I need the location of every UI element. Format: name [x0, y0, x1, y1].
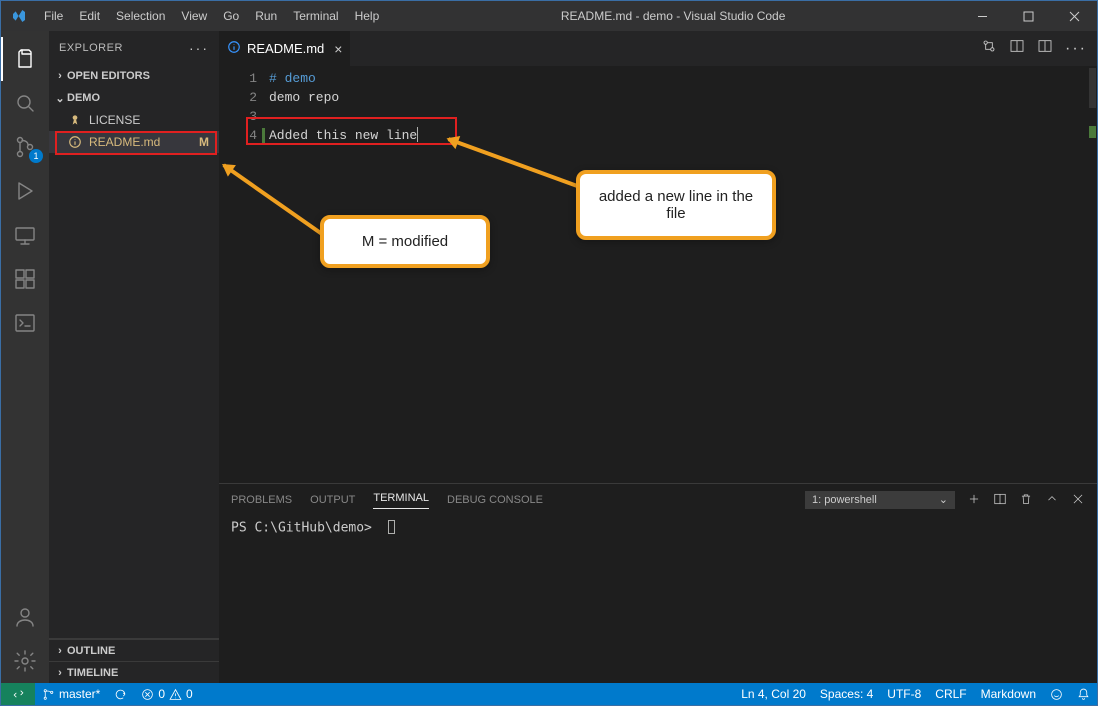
- outline-label: OUTLINE: [67, 645, 115, 657]
- status-spaces[interactable]: Spaces: 4: [813, 683, 880, 705]
- status-branch-label: master*: [59, 687, 100, 701]
- title-bar: File Edit Selection View Go Run Terminal…: [1, 1, 1097, 31]
- activity-remote-terminal[interactable]: [1, 301, 49, 345]
- terminal-cursor: [388, 520, 395, 534]
- minimap[interactable]: [1087, 66, 1097, 483]
- status-remote[interactable]: [1, 683, 35, 705]
- tab-close-icon[interactable]: ×: [334, 41, 342, 57]
- menu-help[interactable]: Help: [347, 1, 388, 31]
- panel-tab-problems[interactable]: PROBLEMS: [231, 494, 292, 506]
- tab-readme[interactable]: README.md ×: [219, 31, 351, 66]
- chevron-right-icon: ›: [53, 70, 67, 82]
- file-license[interactable]: LICENSE: [49, 109, 219, 131]
- vscode-logo-icon: [1, 8, 36, 24]
- info-file-icon: [67, 134, 83, 150]
- file-modified-badge: M: [199, 135, 209, 149]
- activity-source-control[interactable]: 1: [1, 125, 49, 169]
- status-problems[interactable]: 0 0: [134, 683, 199, 705]
- activity-bar: 1: [1, 31, 49, 683]
- window-close-button[interactable]: [1051, 1, 1097, 31]
- status-language[interactable]: Markdown: [974, 683, 1043, 705]
- folder-section[interactable]: ⌄ DEMO: [49, 87, 219, 109]
- info-file-icon: [227, 40, 241, 57]
- open-editors-section[interactable]: › OPEN EDITORS: [49, 65, 219, 87]
- open-editors-label: OPEN EDITORS: [67, 70, 150, 82]
- terminal[interactable]: PS C:\GitHub\demo>: [219, 516, 1097, 683]
- menu-edit[interactable]: Edit: [71, 1, 108, 31]
- file-readme[interactable]: README.md M: [49, 131, 219, 153]
- scm-badge: 1: [29, 149, 43, 163]
- status-sync[interactable]: [107, 683, 134, 705]
- text-cursor: [417, 127, 418, 142]
- tab-bar: README.md × ···: [219, 31, 1097, 66]
- status-notifications-icon[interactable]: [1070, 683, 1097, 705]
- terminal-prompt: PS C:\GitHub\demo>: [231, 521, 372, 536]
- activity-run-debug[interactable]: [1, 169, 49, 213]
- chevron-right-icon: ›: [53, 645, 67, 657]
- annotation-callout-modified: M = modified: [320, 215, 490, 268]
- close-panel-icon[interactable]: [1071, 492, 1085, 509]
- status-lncol[interactable]: Ln 4, Col 20: [734, 683, 813, 705]
- menu-go[interactable]: Go: [215, 1, 247, 31]
- window-maximize-button[interactable]: [1005, 1, 1051, 31]
- code-line-4: Added this new line: [262, 128, 417, 143]
- status-bar: master* 0 0 Ln 4, Col 20 Spaces: 4 UTF-8…: [1, 683, 1097, 705]
- editor-area: README.md × ··· 1 2 3 4 # demo demo repo: [219, 31, 1097, 683]
- chevron-right-icon: ›: [53, 667, 67, 679]
- file-license-label: LICENSE: [89, 113, 140, 127]
- kill-terminal-icon[interactable]: [1019, 492, 1033, 509]
- code-line-2: demo repo: [269, 90, 339, 105]
- terminal-selector[interactable]: 1: powershell: [805, 491, 955, 509]
- activity-accounts[interactable]: [1, 595, 49, 639]
- status-errors-count: 0: [158, 687, 165, 701]
- activity-search[interactable]: [1, 81, 49, 125]
- code-editor[interactable]: 1 2 3 4 # demo demo repo Added this new …: [219, 66, 1097, 483]
- panel-tab-debug[interactable]: DEBUG CONSOLE: [447, 494, 543, 506]
- activity-extensions[interactable]: [1, 257, 49, 301]
- tab-readme-label: README.md: [247, 41, 324, 56]
- menu-bar: File Edit Selection View Go Run Terminal…: [36, 1, 387, 31]
- explorer-more-icon[interactable]: ···: [189, 40, 209, 56]
- folder-name: DEMO: [67, 92, 100, 104]
- menu-terminal[interactable]: Terminal: [285, 1, 346, 31]
- menu-view[interactable]: View: [173, 1, 215, 31]
- status-feedback-icon[interactable]: [1043, 683, 1070, 705]
- outline-section[interactable]: › OUTLINE: [49, 639, 219, 661]
- file-readme-label: README.md: [89, 135, 160, 149]
- status-branch[interactable]: master*: [35, 683, 107, 705]
- activity-explorer[interactable]: [1, 37, 49, 81]
- status-encoding[interactable]: UTF-8: [880, 683, 928, 705]
- menu-selection[interactable]: Selection: [108, 1, 173, 31]
- open-preview-icon[interactable]: [1009, 38, 1025, 59]
- activity-settings[interactable]: [1, 639, 49, 683]
- compare-changes-icon[interactable]: [981, 38, 997, 59]
- menu-file[interactable]: File: [36, 1, 71, 31]
- code-line-1: # demo: [269, 71, 316, 86]
- explorer-sidebar: EXPLORER ··· › OPEN EDITORS ⌄ DEMO LICEN…: [49, 31, 219, 683]
- window-title: README.md - demo - Visual Studio Code: [387, 9, 959, 23]
- status-eol[interactable]: CRLF: [928, 683, 973, 705]
- split-editor-icon[interactable]: [1037, 38, 1053, 59]
- split-terminal-icon[interactable]: [993, 492, 1007, 509]
- maximize-panel-icon[interactable]: [1045, 492, 1059, 509]
- window-minimize-button[interactable]: [959, 1, 1005, 31]
- editor-more-icon[interactable]: ···: [1065, 40, 1087, 58]
- new-terminal-icon[interactable]: [967, 492, 981, 509]
- panel-tab-terminal[interactable]: TERMINAL: [373, 492, 429, 509]
- annotation-callout-newline: added a new line in the file: [576, 170, 776, 240]
- bottom-panel: PROBLEMS OUTPUT TERMINAL DEBUG CONSOLE 1…: [219, 483, 1097, 683]
- chevron-down-icon: ⌄: [53, 92, 67, 105]
- activity-remote-explorer[interactable]: [1, 213, 49, 257]
- status-warnings-count: 0: [186, 687, 193, 701]
- menu-run[interactable]: Run: [247, 1, 285, 31]
- timeline-section[interactable]: › TIMELINE: [49, 661, 219, 683]
- timeline-label: TIMELINE: [67, 667, 118, 679]
- explorer-title: EXPLORER: [59, 42, 123, 54]
- panel-tab-output[interactable]: OUTPUT: [310, 494, 355, 506]
- license-file-icon: [67, 112, 83, 128]
